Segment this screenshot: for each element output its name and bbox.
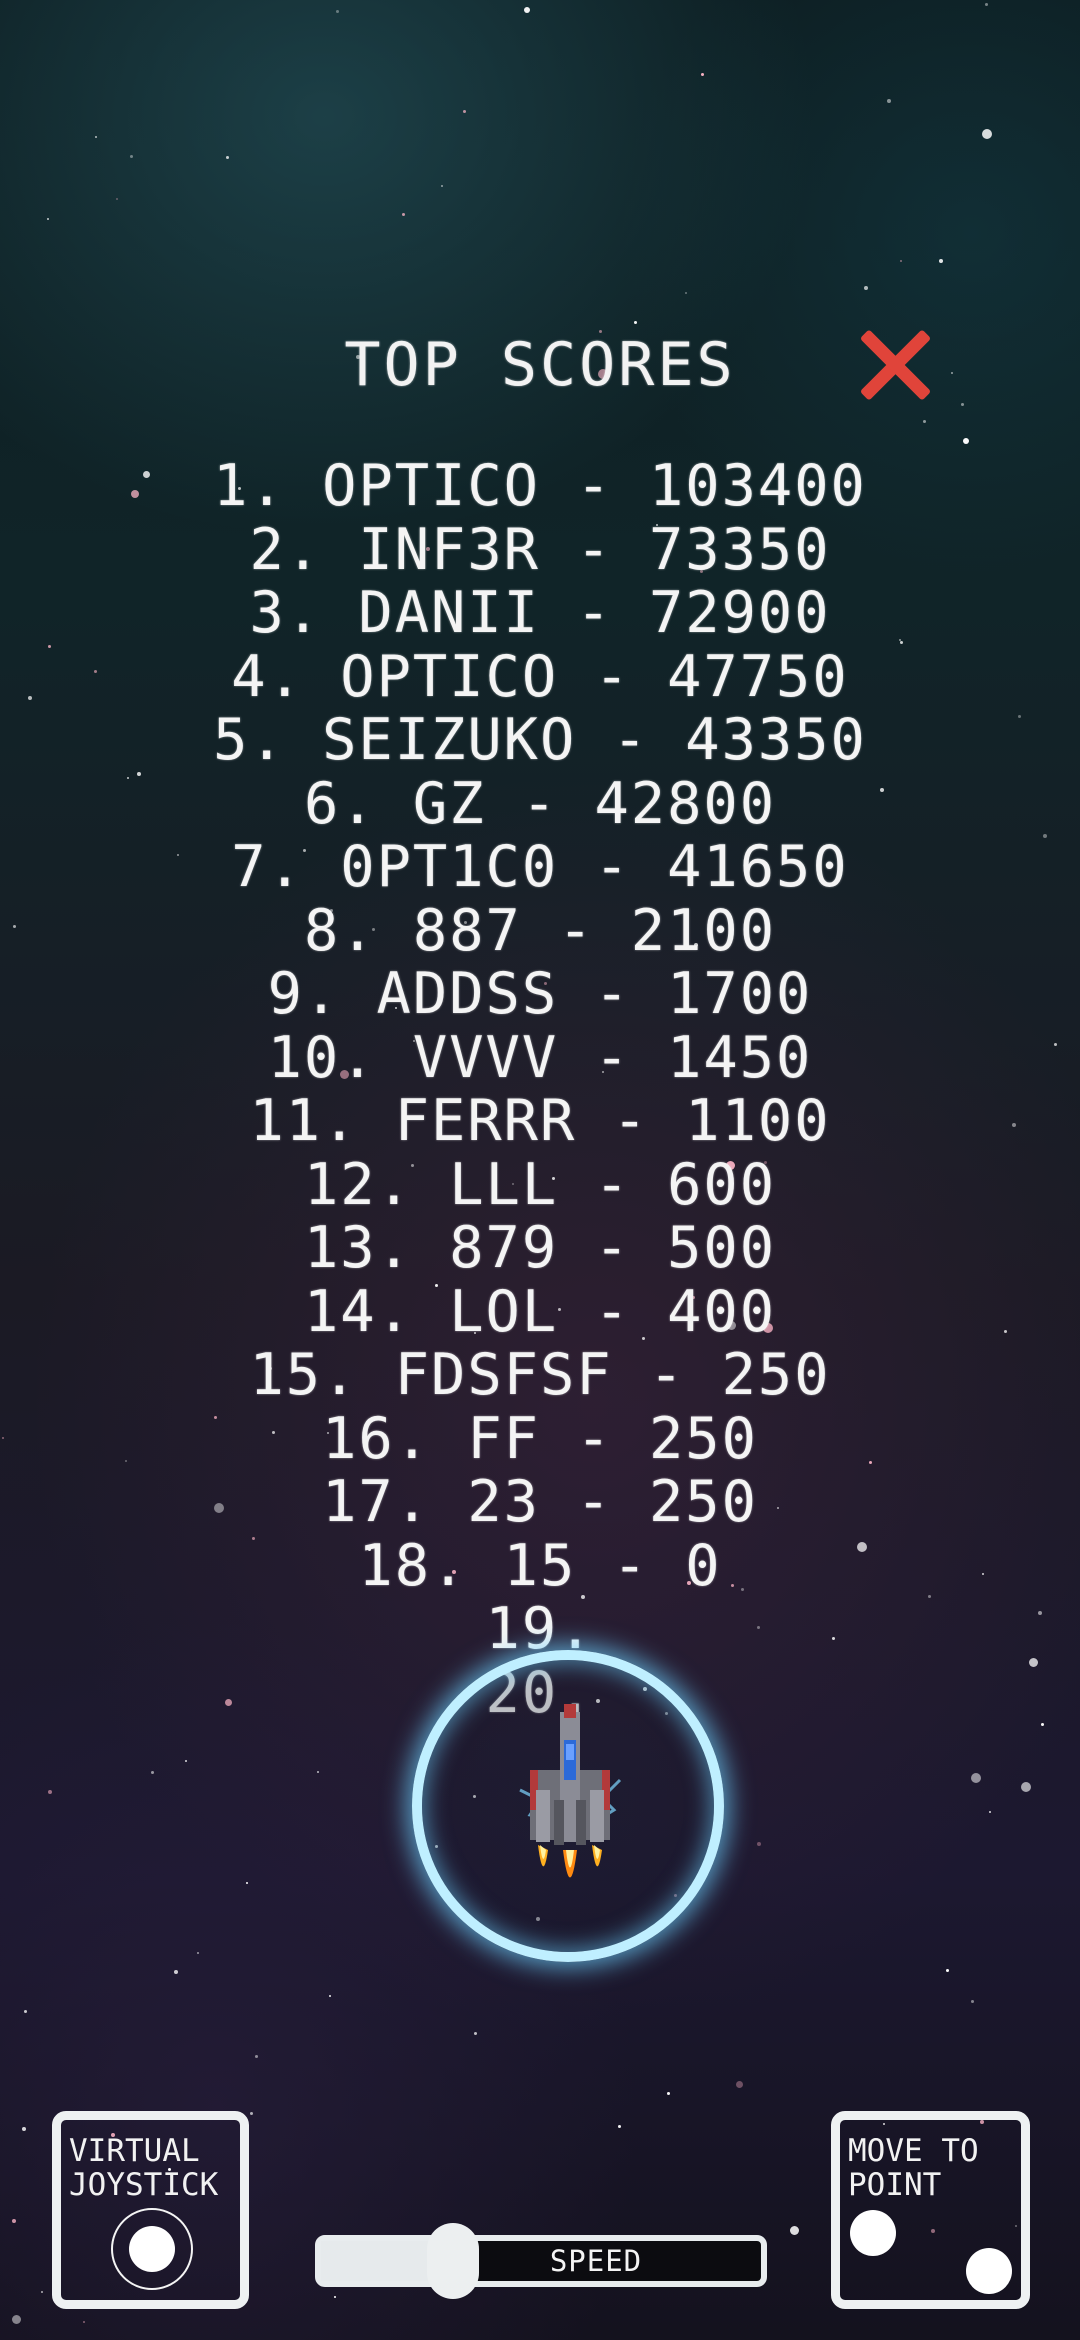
joystick-knob: [129, 2226, 175, 2272]
star: [116, 198, 118, 200]
start-point-dot: [850, 2210, 896, 2256]
score-list: 1. OPTICO - 103400 2. INF3R - 73350 3. D…: [0, 453, 1080, 1725]
star: [317, 1771, 319, 1773]
star: [971, 2000, 974, 2003]
star: [41, 2291, 43, 2293]
score-entry: 5. SEIZUKO - 43350: [213, 707, 867, 773]
star: [174, 1970, 178, 1974]
star: [197, 1952, 199, 1954]
star: [463, 110, 466, 113]
star: [989, 1811, 991, 1813]
score-entry: 3. DANII - 72900: [249, 580, 831, 646]
star: [887, 99, 891, 103]
star: [985, 3, 988, 6]
star: [939, 259, 943, 263]
star: [864, 286, 868, 290]
speed-label: SPEED: [549, 2244, 643, 2278]
score-entry: 10. VVVV - 1450: [267, 1024, 813, 1091]
star: [250, 2112, 253, 2115]
star: [24, 2010, 27, 2013]
star: [402, 213, 405, 216]
star: [130, 155, 133, 158]
star: [685, 292, 687, 294]
score-entry: 11. FERRR - 1100: [249, 1088, 831, 1154]
score-entry: 12. LLL - 600: [303, 1151, 777, 1218]
star: [524, 7, 530, 13]
star: [474, 2032, 477, 2035]
target-point-dot: [966, 2248, 1012, 2294]
move-to-point-label: MOVE TO POINT: [848, 2133, 979, 2203]
star: [151, 1771, 154, 1774]
star: [946, 1969, 949, 1972]
score-entry: 8. 887 - 2100: [303, 897, 777, 964]
speed-slider[interactable]: SPEED: [315, 2223, 767, 2299]
star: [618, 2125, 621, 2128]
star: [757, 1842, 761, 1846]
star: [329, 1995, 331, 1997]
joystick-icon: [111, 2208, 193, 2290]
virtual-joystick-label: VIRTUAL JOYSTICK: [69, 2133, 219, 2203]
star: [701, 73, 704, 76]
star: [961, 403, 964, 406]
star: [982, 129, 992, 139]
virtual-joystick-mode-button[interactable]: VIRTUAL JOYSTICK: [52, 2111, 249, 2309]
star: [12, 2219, 16, 2223]
score-entry: 18. 15 - 0: [358, 1532, 722, 1599]
score-entry: 1. OPTICO - 103400: [213, 453, 867, 519]
star: [923, 420, 926, 423]
star: [255, 2055, 258, 2058]
star: [441, 185, 443, 187]
star: [185, 1760, 187, 1762]
score-entry: 6. GZ - 42800: [303, 770, 777, 837]
star: [226, 156, 229, 159]
move-to-point-mode-button[interactable]: MOVE TO POINT: [831, 2111, 1030, 2309]
star: [83, 2321, 85, 2323]
star: [736, 2081, 743, 2088]
star: [12, 2315, 21, 2324]
close-button[interactable]: [855, 325, 933, 403]
star: [47, 218, 49, 220]
score-entry: 15. FDSFSF - 250: [249, 1342, 831, 1408]
star: [22, 2127, 26, 2131]
star: [667, 2092, 670, 2095]
star: [790, 2226, 799, 2235]
star: [1021, 1782, 1031, 1792]
score-entry: 9. ADDSS - 1700: [267, 961, 813, 1027]
score-entry: 13. 879 - 500: [303, 1215, 777, 1281]
star: [900, 260, 902, 262]
score-entry: 14. LOL - 400: [303, 1278, 777, 1345]
star: [336, 10, 339, 13]
score-entry: 2. INF3R - 73350: [249, 516, 831, 583]
spaceship-icon: [519, 1704, 622, 1878]
star: [246, 1882, 248, 1884]
score-entry: 4. OPTICO - 47750: [231, 643, 849, 710]
star: [963, 438, 969, 444]
star: [971, 1773, 981, 1783]
star: [95, 136, 97, 138]
score-entry: 7. 0PT1C0 - 41650: [231, 834, 849, 900]
game-screen: TOP SCORES 1. OPTICO - 103400 2. INF3R -…: [0, 0, 1080, 2340]
star: [334, 2296, 336, 2298]
star: [48, 1790, 52, 1794]
score-entry: 17. 23 - 250: [322, 1469, 758, 1535]
score-entry: 16. FF - 250: [322, 1405, 758, 1472]
star: [634, 321, 637, 324]
